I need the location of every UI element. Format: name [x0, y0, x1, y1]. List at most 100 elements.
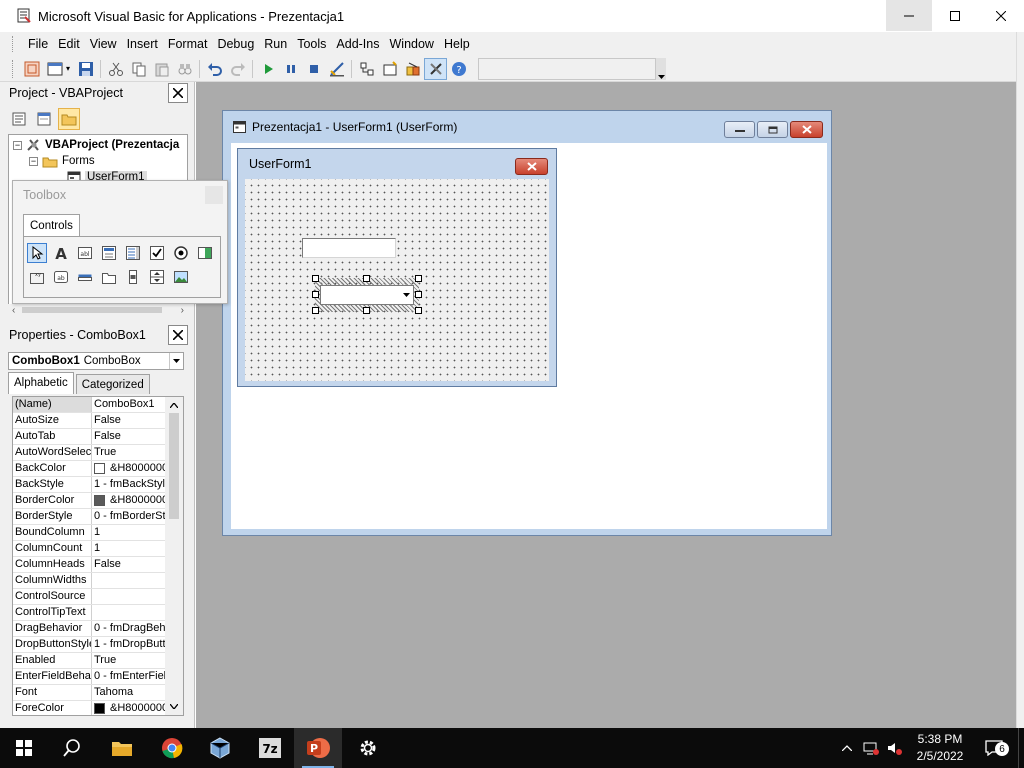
insert-dropdown-icon[interactable]: ▾ [66, 64, 74, 73]
scroll-up-icon[interactable] [165, 398, 183, 412]
commandbutton-tool-icon[interactable]: ab [51, 267, 71, 287]
property-value[interactable]: 0 - fmEnterFiel [92, 669, 165, 684]
close-button[interactable] [978, 0, 1024, 31]
property-value[interactable]: 0 - fmDragBeh [92, 621, 165, 636]
combobox-tool-icon[interactable] [99, 243, 119, 263]
property-value[interactable]: 1 [92, 541, 165, 556]
tree-node-forms[interactable]: − Forms [29, 153, 95, 169]
maximize-button[interactable] [932, 0, 978, 31]
view-code-button[interactable] [8, 108, 30, 130]
resize-handle-e[interactable] [415, 291, 422, 298]
property-row[interactable]: (Name) ComboBox1 [13, 397, 165, 413]
image-tool-icon[interactable] [171, 267, 191, 287]
checkbox-tool-icon[interactable] [147, 243, 167, 263]
view-host-app-button[interactable] [20, 58, 43, 80]
property-value[interactable]: True [92, 445, 165, 460]
tab-alphabetic[interactable]: Alphabetic [8, 372, 74, 394]
property-row[interactable]: AutoTab False [13, 429, 165, 445]
userform1[interactable]: UserForm1 [237, 148, 557, 387]
multipage-tool-icon[interactable] [99, 267, 119, 287]
property-value[interactable]: &H8000000 [92, 461, 165, 476]
scroll-left-icon[interactable]: ‹ [12, 305, 15, 316]
menu-format[interactable]: Format [163, 34, 213, 54]
taskbar-virtualbox[interactable] [196, 728, 244, 768]
resize-handle-ne[interactable] [415, 275, 422, 282]
property-value[interactable] [92, 589, 165, 604]
menu-edit[interactable]: Edit [53, 34, 85, 54]
label-tool-icon[interactable]: A [51, 243, 71, 263]
resize-handle-w[interactable] [312, 291, 319, 298]
taskbar-chrome[interactable] [148, 728, 196, 768]
property-value[interactable]: ComboBox1 [92, 397, 165, 412]
property-row[interactable]: ColumnWidths [13, 573, 165, 589]
scroll-down-icon[interactable] [165, 699, 183, 713]
resize-handle-n[interactable] [363, 275, 370, 282]
property-row[interactable]: BorderStyle 0 - fmBorderSt [13, 509, 165, 525]
search-button[interactable] [48, 728, 96, 768]
property-row[interactable]: ControlTipText [13, 605, 165, 621]
textbox-tool-icon[interactable]: abl [75, 243, 95, 263]
save-button[interactable] [74, 58, 97, 80]
toolbox-window[interactable]: Toolbox Controls A abl xy ab [12, 180, 228, 304]
scroll-thumb[interactable] [169, 413, 179, 519]
designer-minimize-button[interactable] [724, 121, 755, 138]
view-object-button[interactable] [33, 108, 55, 130]
object-browser-button[interactable] [401, 58, 424, 80]
menu-file[interactable]: File [23, 34, 53, 54]
property-value[interactable] [92, 605, 165, 620]
project-explorer-button[interactable] [355, 58, 378, 80]
pointer-tool-icon[interactable] [27, 243, 47, 263]
toolbar-grip[interactable] [12, 59, 15, 78]
toolbox-close-button[interactable] [205, 186, 223, 204]
property-row[interactable]: EnterFieldBehav 0 - fmEnterFiel [13, 669, 165, 685]
cut-button[interactable] [104, 58, 127, 80]
property-row[interactable]: BackStyle 1 - fmBackStyle [13, 477, 165, 493]
property-value[interactable]: Tahoma [92, 685, 165, 700]
tree-node-vbaproject[interactable]: − VBAProject (Prezentacja [13, 137, 179, 153]
find-button[interactable] [173, 58, 196, 80]
scroll-thumb[interactable] [22, 307, 162, 313]
design-mode-button[interactable] [325, 58, 348, 80]
properties-object-select[interactable]: ComboBox1 ComboBox [8, 352, 184, 370]
optionbutton-tool-icon[interactable] [171, 243, 191, 263]
menu-grip[interactable] [12, 36, 15, 52]
chevron-down-icon[interactable] [169, 353, 183, 369]
property-row[interactable]: Enabled True [13, 653, 165, 669]
menu-view[interactable]: View [85, 34, 122, 54]
run-button[interactable] [256, 58, 279, 80]
properties-window-button[interactable] [378, 58, 401, 80]
resize-handle-nw[interactable] [312, 275, 319, 282]
menu-tools[interactable]: Tools [292, 34, 331, 54]
listbox-tool-icon[interactable] [123, 243, 143, 263]
property-value[interactable]: 1 [92, 525, 165, 540]
toolbox-title-bar[interactable]: Toolbox [13, 181, 227, 209]
toolbox-button[interactable] [424, 57, 447, 80]
chevron-down-icon[interactable] [399, 286, 413, 304]
toolbar-options-dropdown[interactable] [656, 57, 666, 80]
textbox1[interactable] [302, 238, 396, 258]
menu-run[interactable]: Run [259, 34, 292, 54]
tabstrip-tool-icon[interactable] [75, 267, 95, 287]
taskbar-clock[interactable]: 5:38 PM 2/5/2022 [900, 728, 980, 768]
resize-handle-sw[interactable] [312, 307, 319, 314]
properties-close-button[interactable] [168, 325, 188, 345]
project-tree-horizontal-scrollbar[interactable]: ‹ › [8, 304, 188, 316]
menu-insert[interactable]: Insert [122, 34, 163, 54]
property-value[interactable]: 1 - fmBackStyle [92, 477, 165, 492]
property-row[interactable]: AutoWordSelect True [13, 445, 165, 461]
network-tray-button[interactable] [860, 728, 882, 768]
frame-tool-icon[interactable]: xy [27, 267, 47, 287]
collapse-icon[interactable]: − [29, 156, 38, 166]
show-desktop-button[interactable] [1018, 728, 1024, 768]
property-row[interactable]: ControlSource [13, 589, 165, 605]
property-value[interactable]: True [92, 653, 165, 668]
property-value[interactable]: False [92, 413, 165, 428]
copy-button[interactable] [127, 58, 150, 80]
scroll-right-icon[interactable]: › [181, 305, 184, 316]
userform-grid-surface[interactable] [245, 179, 549, 381]
show-hidden-icons-button[interactable] [838, 728, 856, 768]
property-row[interactable]: AutoSize False [13, 413, 165, 429]
property-value[interactable]: &H8000000 [92, 493, 165, 508]
property-row[interactable]: ForeColor &H8000000 [13, 701, 165, 715]
toolbox-tab-controls[interactable]: Controls [23, 214, 80, 236]
